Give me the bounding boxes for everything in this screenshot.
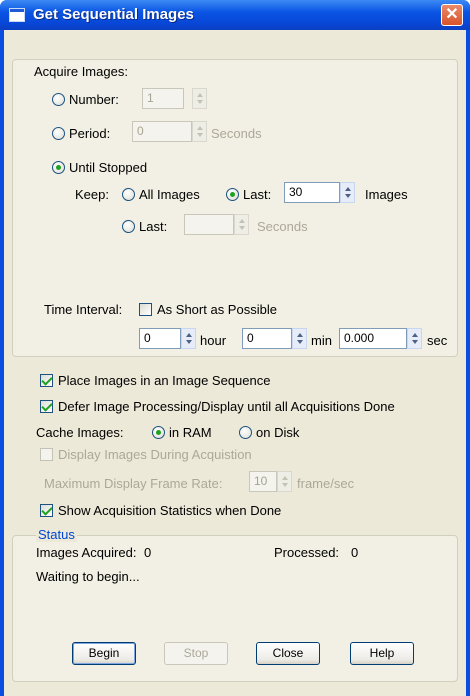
period-label: Period: bbox=[69, 126, 111, 141]
number-spinner[interactable] bbox=[192, 88, 207, 109]
last-images-spinner[interactable] bbox=[340, 182, 355, 203]
max-rate-unit: frame/sec bbox=[297, 476, 355, 491]
last-images-label: Last: bbox=[243, 187, 272, 202]
last-images-unit: Images bbox=[365, 187, 408, 202]
begin-button[interactable]: Begin bbox=[72, 642, 136, 665]
display-during-checkbox[interactable] bbox=[40, 448, 53, 461]
place-sequence-checkbox[interactable] bbox=[40, 374, 53, 387]
dialog-body: Acquire Images: Number: 1 Period: 0 Seco… bbox=[4, 30, 466, 696]
last-images-field[interactable]: 30 bbox=[284, 182, 340, 203]
cache-ram-radio[interactable] bbox=[152, 426, 165, 439]
cache-disk-radio[interactable] bbox=[239, 426, 252, 439]
min-spinner[interactable] bbox=[292, 328, 307, 349]
defer-processing-checkbox[interactable] bbox=[40, 400, 53, 413]
number-field[interactable]: 1 bbox=[142, 88, 184, 109]
last-seconds-label: Last: bbox=[139, 219, 168, 234]
cache-ram-label: in RAM bbox=[169, 425, 212, 440]
show-stats-checkbox[interactable] bbox=[40, 504, 53, 517]
all-images-radio[interactable] bbox=[122, 188, 135, 201]
place-sequence-label: Place Images in an Image Sequence bbox=[58, 373, 271, 388]
defer-processing-label: Defer Image Processing/Display until all… bbox=[58, 399, 395, 414]
cache-images-label: Cache Images: bbox=[36, 425, 124, 440]
last-seconds-field[interactable] bbox=[184, 214, 234, 235]
all-images-label: All Images bbox=[139, 187, 200, 202]
acquire-images-label: Acquire Images: bbox=[34, 64, 128, 79]
hour-spinner[interactable] bbox=[181, 328, 196, 349]
last-images-radio[interactable] bbox=[226, 188, 239, 201]
sec-field[interactable]: 0.000 bbox=[339, 328, 407, 349]
hour-field[interactable]: 0 bbox=[139, 328, 181, 349]
title-bar[interactable]: Get Sequential Images ✕ bbox=[0, 0, 470, 30]
until-stopped-label: Until Stopped bbox=[69, 160, 148, 175]
close-window-icon[interactable]: ✕ bbox=[441, 4, 463, 26]
show-stats-label: Show Acquisition Statistics when Done bbox=[58, 503, 282, 518]
as-short-as-possible-checkbox[interactable] bbox=[139, 303, 152, 316]
processed-value: 0 bbox=[351, 545, 359, 560]
dialog-title: Get Sequential Images bbox=[33, 6, 194, 23]
status-message: Waiting to begin... bbox=[36, 569, 140, 584]
last-seconds-spinner[interactable] bbox=[234, 214, 249, 235]
last-seconds-unit: Seconds bbox=[257, 219, 308, 234]
help-button[interactable]: Help bbox=[350, 642, 414, 665]
close-button[interactable]: Close bbox=[256, 642, 320, 665]
dialog-window: Get Sequential Images ✕ Acquire Images: … bbox=[0, 0, 470, 696]
keep-label: Keep: bbox=[75, 187, 109, 202]
period-spinner[interactable] bbox=[192, 121, 207, 142]
last-seconds-radio[interactable] bbox=[122, 220, 135, 233]
cache-disk-label: on Disk bbox=[256, 425, 300, 440]
min-field[interactable]: 0 bbox=[242, 328, 292, 349]
sec-unit: sec bbox=[427, 333, 448, 348]
until-stopped-radio[interactable] bbox=[52, 161, 65, 174]
max-rate-label: Maximum Display Frame Rate: bbox=[44, 476, 223, 491]
images-acquired-label: Images Acquired: bbox=[36, 545, 137, 560]
period-field[interactable]: 0 bbox=[132, 121, 192, 142]
min-unit: min bbox=[311, 333, 332, 348]
as-short-as-possible-label: As Short as Possible bbox=[157, 302, 277, 317]
images-acquired-value: 0 bbox=[144, 545, 152, 560]
period-radio[interactable] bbox=[52, 127, 65, 140]
status-caption: Status bbox=[36, 527, 77, 542]
number-label: Number: bbox=[69, 92, 119, 107]
time-interval-label: Time Interval: bbox=[44, 302, 123, 317]
hour-unit: hour bbox=[200, 333, 227, 348]
period-unit: Seconds bbox=[211, 126, 262, 141]
display-during-label: Display Images During Acquistion bbox=[58, 447, 252, 462]
processed-label: Processed: bbox=[274, 545, 340, 560]
max-rate-field[interactable]: 10 bbox=[249, 471, 277, 492]
max-rate-spinner[interactable] bbox=[277, 471, 292, 492]
stop-button[interactable]: Stop bbox=[164, 642, 228, 665]
window-icon bbox=[9, 8, 25, 22]
sec-spinner[interactable] bbox=[407, 328, 422, 349]
number-radio[interactable] bbox=[52, 93, 65, 106]
